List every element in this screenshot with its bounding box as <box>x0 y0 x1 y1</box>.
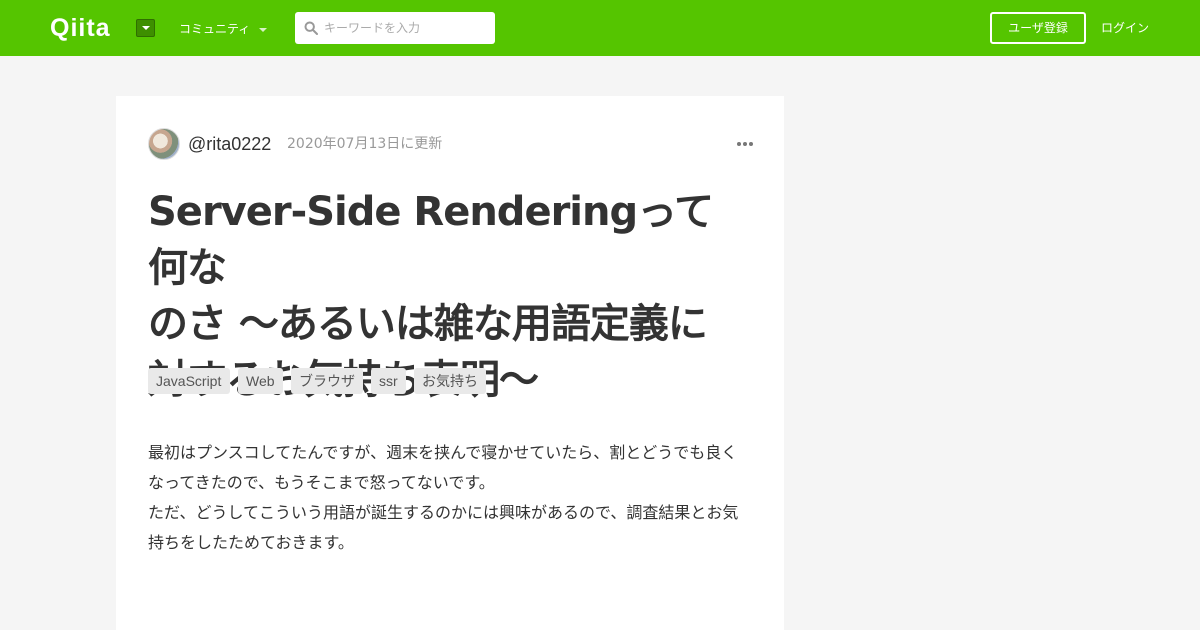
next-section-heading-cropped <box>148 614 548 630</box>
tag-ssr[interactable]: ssr <box>371 368 406 394</box>
more-dot <box>743 142 747 146</box>
signup-button[interactable]: ユーザ登録 <box>990 12 1086 44</box>
community-menu[interactable]: コミュニティ <box>179 21 250 37</box>
updated-date: 2020年07月13日に更新 <box>287 136 443 152</box>
search-input[interactable] <box>324 16 489 40</box>
title-line: Server-Side Renderingって何な <box>148 189 714 291</box>
body-line: 持ちをしたためておきます。 <box>148 533 354 552</box>
tag-web[interactable]: Web <box>238 368 283 394</box>
body-line: 最初はプンスコしてたんですが、週末を挟んで寝かせていたら、割とどうでも良く <box>148 443 738 462</box>
qiita-logo[interactable]: Qiita <box>50 13 111 43</box>
article-body: 最初はプンスコしてたんですが、週末を挟んで寝かせていたら、割とどうでも良く なっ… <box>148 438 748 558</box>
login-link[interactable]: ログイン <box>1101 20 1149 36</box>
more-icon[interactable] <box>736 139 754 149</box>
tag-okimochi[interactable]: お気持ち <box>414 368 486 394</box>
body-line: ただ、どうしてこういう用語が誕生するのかには興味があるので、調査結果とお気 <box>148 503 739 522</box>
community-caret-icon[interactable] <box>259 28 267 32</box>
author-link[interactable]: @rita0222 <box>188 132 271 156</box>
more-dot <box>737 142 741 146</box>
body-line: なってきたので、もうそこまで怒ってないです。 <box>148 473 495 492</box>
title-line: のさ ～あるいは雑な用語定義に <box>148 301 708 347</box>
more-dot <box>749 142 753 146</box>
search-icon <box>304 21 318 35</box>
author-avatar[interactable] <box>148 128 180 160</box>
tag-browser[interactable]: ブラウザ <box>291 368 363 394</box>
tag-javascript[interactable]: JavaScript <box>148 368 230 394</box>
global-header: Qiita コミュニティ ユーザ登録 ログイン <box>0 0 1200 56</box>
service-menu-button[interactable] <box>136 19 155 37</box>
